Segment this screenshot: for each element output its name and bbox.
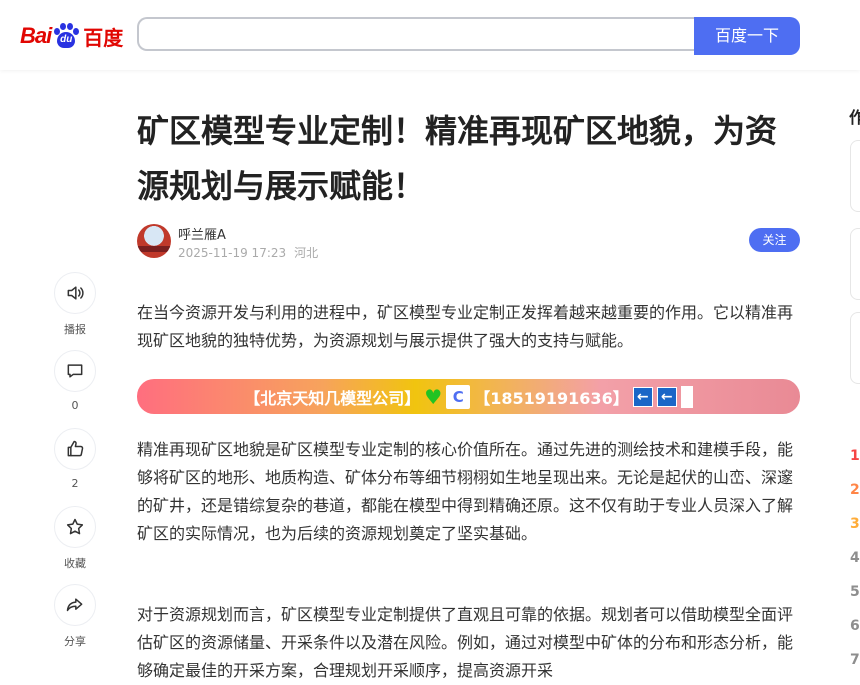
favorite-action[interactable]: 收藏 [53,506,97,571]
left-arrow-icon: ← [632,386,653,407]
speaker-icon[interactable] [54,272,96,314]
rank-number[interactable]: 5 [850,584,860,600]
article-title: 矿区模型专业定制！精准再现矿区地貌，为资源规划与展示赋能！ [137,112,778,205]
rank-number[interactable]: 3 [850,516,860,532]
rail-card[interactable] [850,312,860,384]
rail-card[interactable] [850,140,860,212]
rank-number[interactable]: 7 [850,652,860,668]
white-block [680,385,693,408]
comment-count: 0 [71,399,79,412]
publish-datetime: 2025-11-19 17:23 [178,246,287,260]
paw-icon: du [53,23,80,49]
search-input[interactable] [137,17,694,51]
banner-company: 【北京天知几模型公司】 [244,388,421,408]
heart-icon: ♥ [424,384,443,409]
rank-number[interactable]: 2 [850,482,860,498]
share-icon[interactable] [54,584,96,626]
rail-card[interactable] [850,228,860,300]
share-label: 分享 [64,635,86,648]
star-icon[interactable] [54,506,96,548]
top-bar: Bai du 百度 百度一下 [0,0,860,70]
comment-action[interactable]: 0 [53,350,97,412]
left-arrow-icon: ← [656,386,677,407]
share-action[interactable]: 分享 [53,584,97,649]
right-rail: 作 1 2 3 4 5 6 7 [848,0,860,682]
article-meta: 2025-11-19 17:23 河北 [178,244,318,261]
logo-baidu-text: 百度 [83,27,124,50]
follow-button[interactable]: 关注 [749,228,800,252]
read-aloud-action[interactable]: 播报 [53,272,97,337]
like-action[interactable]: 2 [53,428,97,490]
rank-number[interactable]: 6 [850,618,860,634]
article-paragraph: 对于资源规划而言，矿区模型专业定制提供了直观且可靠的依据。规划者可以借助模型全面… [137,605,794,680]
comment-icon[interactable] [54,350,96,392]
author-name[interactable]: 呼兰雁A [178,224,226,243]
article-paragraph: 精准再现矿区地貌是矿区模型专业定制的核心价值所在。通过先进的测绘技术和建模手段，… [137,440,794,543]
read-aloud-label: 播报 [64,323,86,336]
baidu-logo[interactable]: Bai du 百度 [20,20,123,52]
rail-heading: 作 [849,108,860,127]
search-button[interactable]: 百度一下 [694,17,800,55]
rank-number[interactable]: 4 [850,550,860,566]
c-logo-icon: C [446,384,471,409]
logo-du-text: du [60,34,73,45]
article-paragraph: 在当今资源开发与利用的进程中，矿区模型专业定制正发挥着越来越重要的作用。它以精准… [137,303,794,350]
publish-location: 河北 [294,246,319,260]
author-avatar[interactable] [137,224,171,258]
rank-number[interactable]: 1 [850,448,860,464]
like-count: 2 [71,477,79,490]
banner-phone: 【18519191636】 [474,388,629,408]
favorite-label: 收藏 [64,557,86,570]
ad-banner[interactable]: 【北京天知几模型公司】 ♥ C 【18519191636】 ← ← [137,379,800,414]
logo-bai-text: Bai [20,23,52,48]
thumbs-up-icon[interactable] [54,428,96,470]
